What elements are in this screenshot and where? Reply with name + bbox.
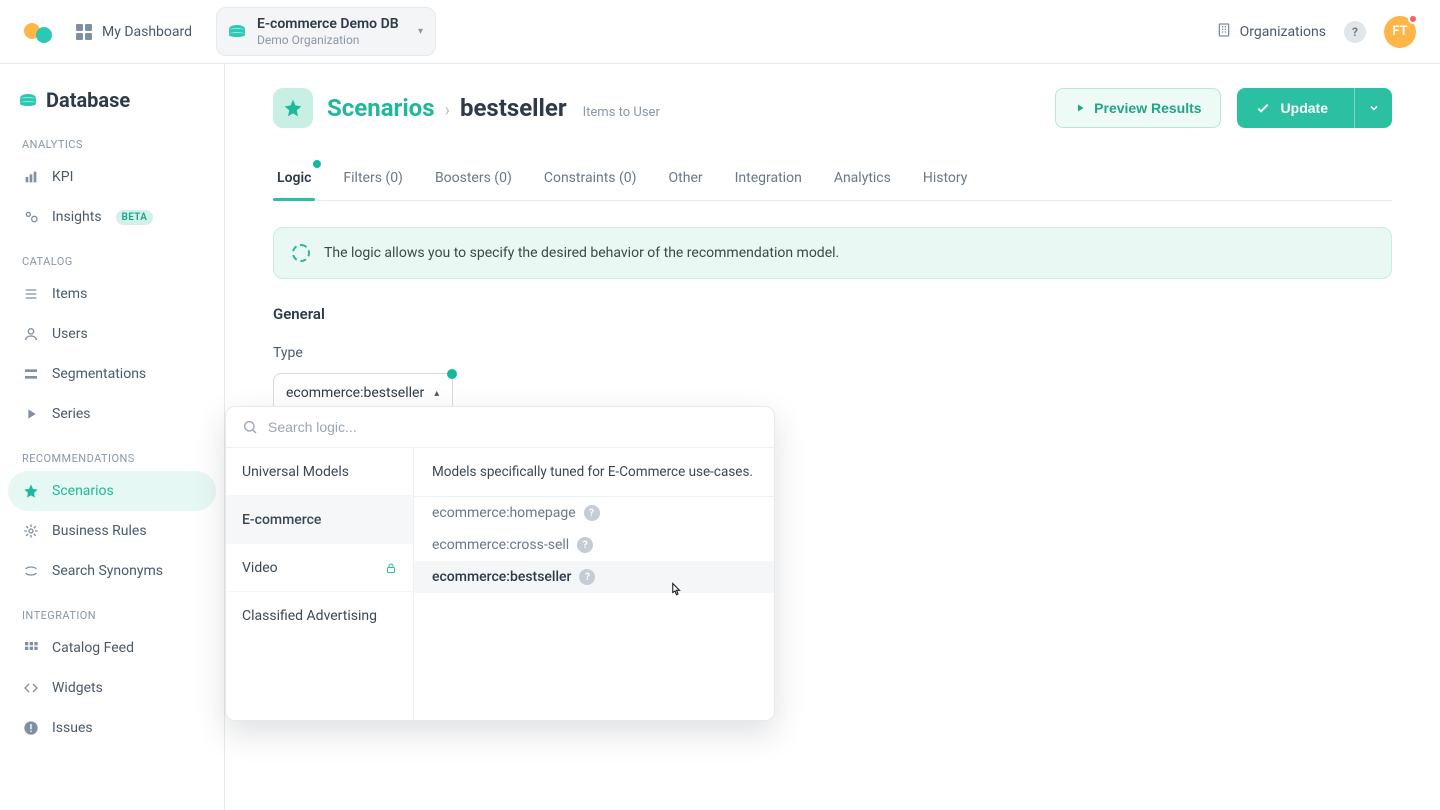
database-switcher[interactable]: E-commerce Demo DB Demo Organization ▾ bbox=[216, 7, 436, 56]
sidebar-item-business-rules[interactable]: Business Rules bbox=[8, 511, 216, 551]
sidebar-section-integration: INTEGRATION bbox=[8, 591, 216, 628]
preview-results-button[interactable]: Preview Results bbox=[1055, 88, 1220, 128]
sidebar: Database ANALYTICS KPI Insights BETA CAT… bbox=[0, 64, 225, 810]
sidebar-item-catalog-feed[interactable]: Catalog Feed bbox=[8, 628, 216, 668]
section-general-title: General bbox=[273, 305, 1392, 323]
sidebar-item-widgets[interactable]: Widgets bbox=[8, 668, 216, 708]
help-icon[interactable]: ? bbox=[579, 569, 595, 585]
dropdown-item-homepage[interactable]: ecommerce:homepage ? bbox=[414, 497, 774, 529]
user-icon bbox=[22, 326, 40, 342]
sidebar-item-items[interactable]: Items bbox=[8, 274, 216, 314]
breadcrumb: Scenarios › bestseller Items to User bbox=[327, 94, 660, 122]
sidebar-item-insights[interactable]: Insights BETA bbox=[8, 197, 216, 237]
breadcrumb-subtitle: Items to User bbox=[583, 105, 660, 120]
caret-up-icon: ▴ bbox=[434, 388, 439, 399]
tab-constraints[interactable]: Constraints (0) bbox=[540, 156, 641, 200]
topbar: My Dashboard E-commerce Demo DB Demo Org… bbox=[0, 0, 1440, 64]
tab-other[interactable]: Other bbox=[665, 156, 707, 200]
tab-logic[interactable]: Logic bbox=[273, 156, 315, 200]
sidebar-section-catalog: CATALOG bbox=[8, 237, 216, 274]
alert-icon bbox=[22, 720, 40, 736]
search-icon bbox=[242, 419, 258, 435]
breadcrumb-current: bestseller bbox=[460, 94, 567, 122]
dropdown-search-row bbox=[226, 407, 774, 448]
change-indicator-icon bbox=[313, 160, 321, 168]
tabs: Logic Filters (0) Boosters (0) Constrain… bbox=[273, 156, 1392, 201]
dropdown-items: Models specifically tuned for E-Commerce… bbox=[414, 448, 774, 720]
play-icon bbox=[22, 406, 40, 422]
database-switcher-subtitle: Demo Organization bbox=[257, 33, 408, 47]
sidebar-item-series[interactable]: Series bbox=[8, 394, 216, 434]
help-icon[interactable]: ? bbox=[584, 505, 600, 521]
grid-icon bbox=[22, 640, 40, 656]
update-split-toggle[interactable] bbox=[1354, 88, 1392, 128]
dropdown-category-description: Models specifically tuned for E-Commerce… bbox=[414, 448, 774, 497]
notification-dot-icon bbox=[1408, 14, 1418, 24]
sidebar-item-users[interactable]: Users bbox=[8, 314, 216, 354]
organizations-link[interactable]: Organizations bbox=[1216, 22, 1326, 42]
user-avatar[interactable]: FT bbox=[1384, 16, 1416, 48]
sidebar-item-scenarios[interactable]: Scenarios bbox=[8, 471, 216, 511]
logic-type-dropdown: Universal Models E-commerce Video Classi… bbox=[225, 406, 775, 721]
help-button[interactable]: ? bbox=[1344, 21, 1366, 43]
info-banner-text: The logic allows you to specify the desi… bbox=[324, 245, 839, 261]
code-icon bbox=[22, 680, 40, 696]
lock-icon bbox=[385, 561, 397, 575]
info-banner: The logic allows you to specify the desi… bbox=[273, 227, 1392, 279]
my-dashboard-label: My Dashboard bbox=[102, 24, 192, 40]
info-ring-icon bbox=[292, 244, 310, 262]
breadcrumb-root[interactable]: Scenarios bbox=[327, 94, 435, 122]
dropdown-category-video[interactable]: Video bbox=[226, 544, 413, 592]
star-icon bbox=[22, 483, 40, 499]
dropdown-category-classified[interactable]: Classified Advertising bbox=[226, 592, 413, 640]
beta-badge: BETA bbox=[116, 210, 154, 225]
sidebar-item-issues[interactable]: Issues bbox=[8, 708, 216, 748]
sidebar-item-search-synonyms[interactable]: Search Synonyms bbox=[8, 551, 216, 591]
database-switcher-title: E-commerce Demo DB bbox=[257, 16, 408, 33]
chevron-down-icon bbox=[1368, 102, 1380, 114]
avatar-initials: FT bbox=[1392, 24, 1407, 39]
brand-logo[interactable] bbox=[24, 21, 52, 43]
dropdown-item-crosssell[interactable]: ecommerce:cross-sell ? bbox=[414, 529, 774, 561]
play-icon bbox=[1074, 102, 1086, 114]
dropdown-category-universal[interactable]: Universal Models bbox=[226, 448, 413, 496]
segment-icon bbox=[22, 366, 40, 382]
database-icon bbox=[20, 94, 36, 106]
synonym-icon bbox=[22, 563, 40, 579]
sidebar-title: Database bbox=[8, 80, 216, 120]
tab-filters[interactable]: Filters (0) bbox=[339, 156, 407, 200]
building-icon bbox=[1216, 22, 1232, 42]
list-icon bbox=[22, 286, 40, 302]
sparkle-icon bbox=[22, 209, 40, 225]
help-icon[interactable]: ? bbox=[577, 537, 593, 553]
sidebar-item-kpi[interactable]: KPI bbox=[8, 157, 216, 197]
check-icon bbox=[1255, 100, 1271, 116]
sidebar-section-recommendations: RECOMMENDATIONS bbox=[8, 434, 216, 471]
tab-boosters[interactable]: Boosters (0) bbox=[431, 156, 516, 200]
organizations-label: Organizations bbox=[1240, 24, 1326, 40]
dropdown-category-ecommerce[interactable]: E-commerce bbox=[226, 496, 413, 544]
main-content: Scenarios › bestseller Items to User Pre… bbox=[225, 64, 1440, 810]
type-select-value: ecommerce:bestseller bbox=[286, 385, 424, 401]
tab-history[interactable]: History bbox=[919, 156, 972, 200]
chevron-down-icon: ▾ bbox=[418, 26, 423, 37]
dashboard-grid-icon bbox=[76, 24, 92, 40]
change-indicator-icon bbox=[447, 369, 457, 379]
dropdown-search-input[interactable] bbox=[268, 419, 758, 435]
type-label: Type bbox=[273, 345, 1392, 361]
dropdown-item-bestseller[interactable]: ecommerce:bestseller ? bbox=[414, 561, 774, 593]
update-button[interactable]: Update bbox=[1237, 88, 1392, 128]
database-icon bbox=[229, 25, 245, 37]
sidebar-item-segmentations[interactable]: Segmentations bbox=[8, 354, 216, 394]
my-dashboard-link[interactable]: My Dashboard bbox=[76, 24, 192, 40]
barchart-icon bbox=[22, 169, 40, 185]
tab-analytics[interactable]: Analytics bbox=[830, 156, 895, 200]
chevv-right-icon: › bbox=[445, 100, 450, 121]
scenario-star-icon bbox=[273, 88, 313, 128]
sidebar-section-analytics: ANALYTICS bbox=[8, 120, 216, 157]
tab-integration[interactable]: Integration bbox=[731, 156, 806, 200]
dropdown-categories: Universal Models E-commerce Video Classi… bbox=[226, 448, 414, 720]
gear-icon bbox=[22, 523, 40, 539]
